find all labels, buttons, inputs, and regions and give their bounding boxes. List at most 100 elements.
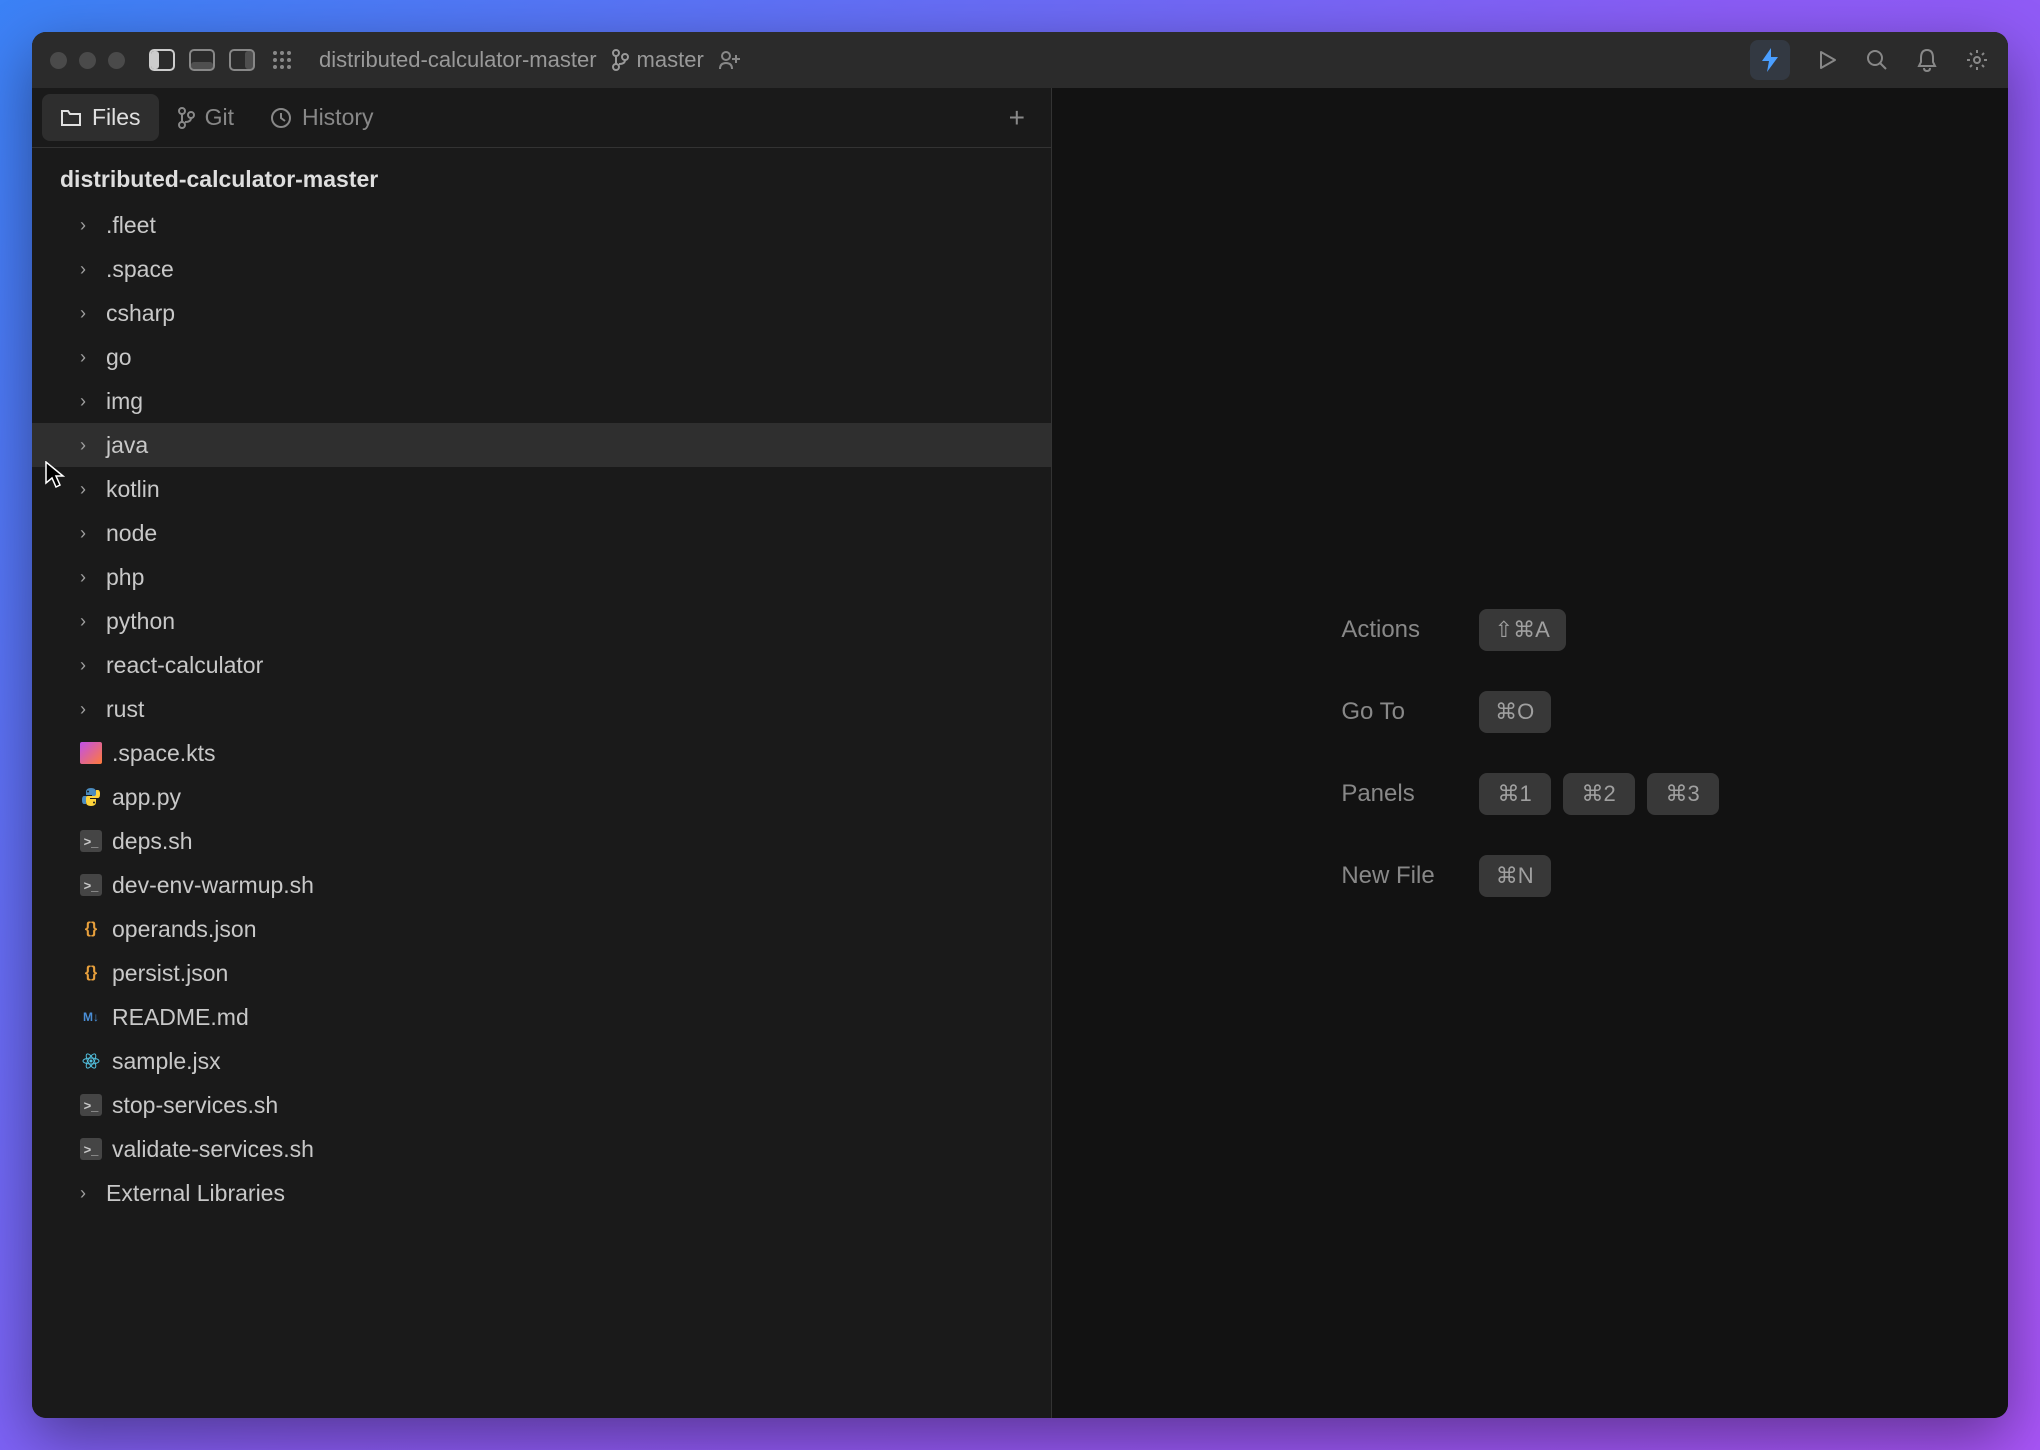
add-tab-button[interactable]: + <box>993 102 1041 134</box>
bell-icon <box>1916 48 1938 72</box>
bottom-panel-icon <box>189 49 215 71</box>
item-name: operands.json <box>112 916 257 943</box>
chevron-right-icon: › <box>80 479 96 500</box>
smart-mode-button[interactable] <box>1750 40 1790 80</box>
keyboard-shortcut: ⌘N <box>1479 855 1551 897</box>
shell-icon: >_ <box>80 874 102 896</box>
keyboard-shortcut: ⌘O <box>1479 691 1551 733</box>
keyboard-shortcut: ⌘3 <box>1647 773 1719 815</box>
chevron-right-icon: › <box>80 611 96 632</box>
file-row[interactable]: sample.jsx <box>32 1039 1051 1083</box>
project-root[interactable]: distributed-calculator-master <box>32 156 1051 203</box>
maximize-window-button[interactable] <box>108 52 125 69</box>
file-tree[interactable]: distributed-calculator-master ›.fleet›.s… <box>32 148 1051 1418</box>
right-panel-toggle[interactable] <box>229 47 255 73</box>
minimize-window-button[interactable] <box>79 52 96 69</box>
file-row[interactable]: .space.kts <box>32 731 1051 775</box>
branch-icon <box>177 107 195 129</box>
left-panel-toggle[interactable] <box>149 47 175 73</box>
folder-row[interactable]: › External Libraries <box>32 1171 1051 1215</box>
item-name: node <box>106 520 157 547</box>
shortcut-label: Go To <box>1341 698 1434 726</box>
file-row[interactable]: M↓README.md <box>32 995 1051 1039</box>
notifications-button[interactable] <box>1914 47 1940 73</box>
folder-row[interactable]: ›csharp <box>32 291 1051 335</box>
grid-toggle[interactable] <box>269 47 295 73</box>
folder-row[interactable]: ›kotlin <box>32 467 1051 511</box>
folder-row[interactable]: ›rust <box>32 687 1051 731</box>
shortcut-label: New File <box>1341 862 1434 890</box>
chevron-right-icon: › <box>80 655 96 676</box>
folder-row[interactable]: › python <box>32 599 1051 643</box>
sidebar-tab-git[interactable]: Git <box>159 94 252 141</box>
folder-icon <box>60 108 82 128</box>
play-icon <box>1816 49 1838 71</box>
tab-label: History <box>302 104 374 131</box>
collaborate-button[interactable] <box>718 47 744 73</box>
file-row[interactable]: >_deps.sh <box>32 819 1051 863</box>
folder-row[interactable]: ›img <box>32 379 1051 423</box>
shell-icon: >_ <box>80 830 102 852</box>
sidebar-tab-files[interactable]: Files <box>42 94 159 141</box>
folder-row[interactable]: ›.space <box>32 247 1051 291</box>
item-name: sample.jsx <box>112 1048 221 1075</box>
item-name: php <box>106 564 144 591</box>
folder-row[interactable]: › react-calculator <box>32 643 1051 687</box>
chevron-right-icon: › <box>80 347 96 368</box>
file-row[interactable]: >_stop-services.sh <box>32 1083 1051 1127</box>
json-icon: {} <box>80 962 102 984</box>
ide-body: FilesGit History + distributed-calculator… <box>32 88 2008 1418</box>
run-button[interactable] <box>1814 47 1840 73</box>
sidebar-tab-history[interactable]: History <box>252 94 392 141</box>
file-row[interactable]: >_validate-services.sh <box>32 1127 1051 1171</box>
file-row[interactable]: app.py <box>32 775 1051 819</box>
item-name: .space.kts <box>112 740 216 767</box>
shortcut-keys: ⌘1 ⌘2 ⌘3 <box>1479 773 1719 815</box>
keyboard-shortcut: ⌘2 <box>1563 773 1635 815</box>
lightning-icon <box>1760 47 1780 73</box>
project-name[interactable]: distributed-calculator-master <box>319 47 597 73</box>
branch-icon <box>611 49 629 71</box>
branch-name: master <box>637 47 704 73</box>
folder-row[interactable]: ›.fleet <box>32 203 1051 247</box>
chevron-right-icon: › <box>80 303 96 324</box>
keyboard-shortcut: ⌘1 <box>1479 773 1551 815</box>
folder-row[interactable]: › go <box>32 335 1051 379</box>
file-row[interactable]: {} operands.json <box>32 907 1051 951</box>
item-name: java <box>106 432 148 459</box>
bottom-panel-toggle[interactable] <box>189 47 215 73</box>
item-name: stop-services.sh <box>112 1092 278 1119</box>
item-name: app.py <box>112 784 181 811</box>
json-icon: {} <box>80 918 102 940</box>
folder-row[interactable]: ›node <box>32 511 1051 555</box>
chevron-right-icon: › <box>80 215 96 236</box>
item-name: go <box>106 344 132 371</box>
sidebar-tabs: FilesGit History + <box>32 88 1051 148</box>
shell-icon: >_ <box>80 1138 102 1160</box>
item-name: react-calculator <box>106 652 263 679</box>
chevron-right-icon: › <box>80 1183 96 1204</box>
item-name: persist.json <box>112 960 228 987</box>
search-button[interactable] <box>1864 47 1890 73</box>
item-name: rust <box>106 696 144 723</box>
shortcut-label: Panels <box>1341 780 1434 808</box>
settings-button[interactable] <box>1964 47 1990 73</box>
item-name: dev-env-warmup.sh <box>112 872 314 899</box>
branch-selector[interactable]: master <box>611 47 704 73</box>
folder-row[interactable]: ›java <box>32 423 1051 467</box>
kotlin-icon <box>80 742 102 764</box>
chevron-right-icon: › <box>80 567 96 588</box>
folder-row[interactable]: › php <box>32 555 1051 599</box>
file-row[interactable]: {} persist.json <box>32 951 1051 995</box>
titlebar: distributed-calculator-master master <box>32 32 2008 88</box>
file-row[interactable]: >_ dev-env-warmup.sh <box>32 863 1051 907</box>
collaborate-icon <box>718 49 744 71</box>
item-name: .space <box>106 256 174 283</box>
item-name: python <box>106 608 175 635</box>
markdown-icon: M↓ <box>80 1006 102 1028</box>
close-window-button[interactable] <box>50 52 67 69</box>
gear-icon <box>1965 48 1989 72</box>
shortcut-keys: ⌘N <box>1479 855 1719 897</box>
item-name: External Libraries <box>106 1180 285 1207</box>
shortcut-keys: ⌘O <box>1479 691 1719 733</box>
